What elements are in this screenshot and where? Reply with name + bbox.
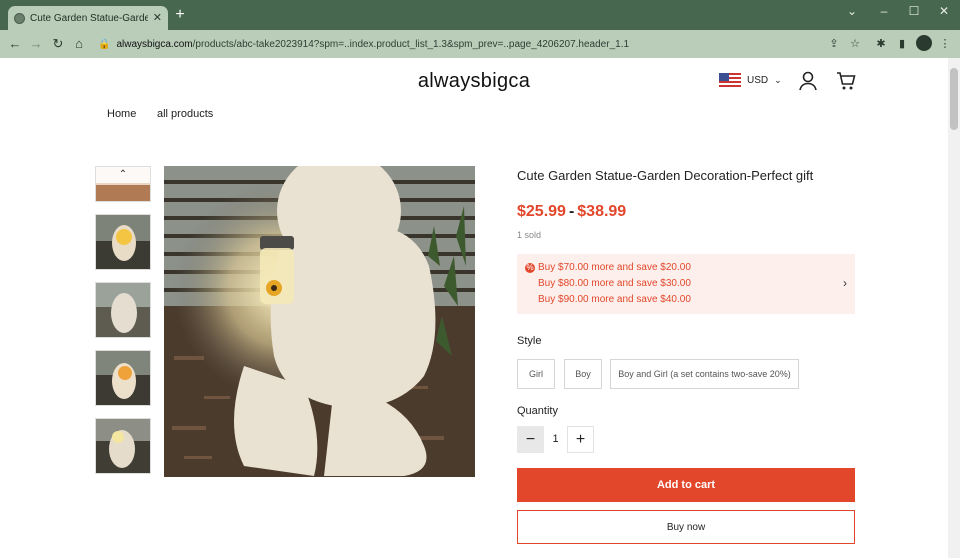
close-tab-icon[interactable]: ✕ [153, 12, 162, 24]
price-low: $25.99 [517, 203, 566, 220]
extensions-icon[interactable]: ✱ [873, 36, 889, 52]
style-option-boy-and-girl[interactable]: Boy and Girl (a set contains two-save 20… [610, 359, 799, 389]
price-high: $38.99 [577, 203, 627, 220]
discount-icon: % [525, 263, 535, 273]
new-tab-button[interactable]: + [172, 7, 188, 23]
page-scrollbar[interactable] [948, 58, 960, 558]
scrollbar-thumb[interactable] [950, 68, 958, 130]
sold-count: 1 sold [517, 230, 542, 240]
address-bar[interactable]: 🔒 alwaysbigca.com/products/abc-take20239… [98, 34, 658, 54]
tab-search-icon[interactable]: ⌄ [842, 4, 862, 18]
currency-selector[interactable]: USD ⌄ [719, 73, 782, 87]
store-page: alwaysbigca USD ⌄ Home all products ⌃ Cu… [0, 58, 948, 558]
promo-line: Buy $80.00 more and save $30.00 [525, 276, 847, 292]
promo-text: Buy $90.00 more and save $40.00 [538, 294, 691, 305]
style-label: Style [517, 335, 542, 347]
chevron-right-icon[interactable]: › [843, 276, 847, 290]
add-to-cart-button[interactable]: Add to cart [517, 468, 855, 502]
promo-text: Buy $80.00 more and save $30.00 [538, 278, 691, 289]
promo-text: Buy $70.00 more and save $20.00 [538, 262, 691, 273]
main-product-image[interactable] [164, 166, 475, 477]
price-range: $25.99- $38.99 [517, 203, 626, 221]
nav-all-products-link[interactable]: all products [157, 108, 213, 120]
back-button[interactable]: ← [6, 35, 24, 53]
promo-banner[interactable]: % Buy $70.00 more and save $20.00 Buy $80… [517, 254, 855, 314]
url-host: alwaysbigca.com [116, 38, 193, 50]
buy-now-button[interactable]: Buy now [517, 510, 855, 544]
thumbnail-image[interactable]: ⌃ [95, 166, 151, 202]
quantity-value[interactable]: 1 [544, 426, 567, 453]
lock-icon: 🔒 [98, 38, 111, 50]
browser-tab[interactable]: Cute Garden Statue-Garden Dec ✕ [8, 6, 168, 30]
reload-button[interactable]: ↻ [49, 35, 67, 53]
thumbnail-image[interactable] [95, 418, 151, 474]
thumbnail-image[interactable] [95, 282, 151, 338]
quantity-label: Quantity [517, 405, 558, 417]
chevron-down-icon: ⌄ [774, 74, 782, 85]
url-path: /products/abc-take2023914?spm=..index.pr… [192, 38, 630, 50]
side-panel-icon[interactable]: ▮ [894, 36, 910, 52]
favicon-icon [14, 12, 25, 24]
currency-code: USD [747, 74, 769, 86]
thumbnail-image[interactable] [95, 214, 151, 270]
style-option-boy[interactable]: Boy [564, 359, 602, 389]
promo-line: % Buy $70.00 more and save $20.00 [525, 260, 847, 276]
forward-button[interactable]: → [27, 35, 45, 53]
product-title: Cute Garden Statue-Garden Decoration-Per… [517, 168, 814, 183]
home-button[interactable]: ⌂ [70, 35, 88, 53]
nav-home-link[interactable]: Home [107, 108, 136, 120]
menu-kebab-icon[interactable]: ⋮ [937, 36, 953, 52]
minimize-button[interactable]: – [874, 4, 894, 18]
share-icon[interactable]: ⇪ [826, 36, 842, 52]
close-window-button[interactable]: ✕ [934, 4, 954, 18]
maximize-button[interactable]: ☐ [904, 4, 924, 18]
price-separator: - [568, 203, 575, 220]
chevron-up-icon[interactable]: ⌃ [96, 167, 150, 183]
cart-icon[interactable] [835, 70, 857, 92]
quantity-increase-button[interactable]: + [567, 426, 594, 453]
browser-tab-strip: Cute Garden Statue-Garden Dec ✕ + ⌄ – ☐ … [0, 0, 960, 30]
thumbnail-gallery: ⌃ [95, 166, 151, 486]
promo-line: Buy $90.00 more and save $40.00 [525, 292, 847, 308]
thumbnail-image[interactable] [95, 350, 151, 406]
profile-avatar[interactable] [916, 35, 932, 51]
browser-toolbar: ← → ↻ ⌂ 🔒 alwaysbigca.com/products/abc-t… [0, 30, 960, 58]
tab-title: Cute Garden Statue-Garden Dec [30, 12, 148, 24]
us-flag-icon [719, 73, 741, 87]
quantity-decrease-button[interactable]: − [517, 426, 544, 453]
style-option-girl[interactable]: Girl [517, 359, 555, 389]
account-icon[interactable] [797, 70, 819, 92]
bookmark-star-icon[interactable]: ☆ [847, 36, 863, 52]
